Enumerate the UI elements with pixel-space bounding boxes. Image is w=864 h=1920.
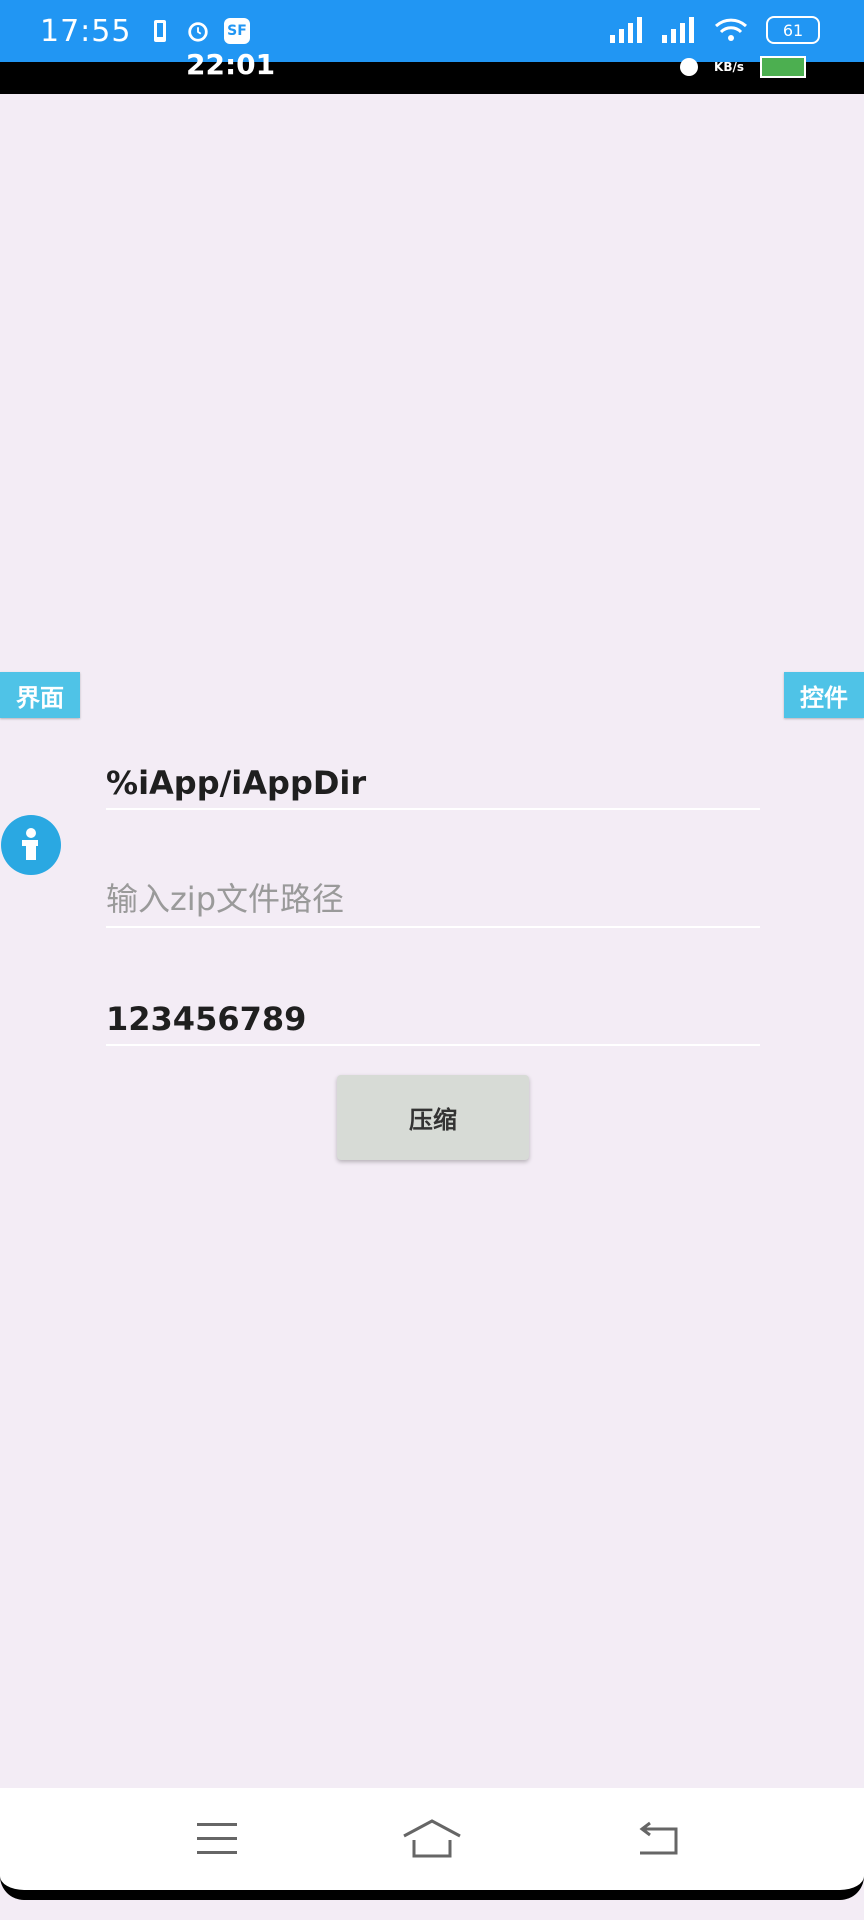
- status-bar: 17:55 SF 61: [0, 0, 864, 62]
- signal-icon-2: [662, 17, 694, 43]
- home-button[interactable]: [402, 1814, 462, 1864]
- inner-time: 22:01: [186, 48, 276, 81]
- inner-speed-label: KB/s: [714, 60, 744, 74]
- tab-controls[interactable]: 控件: [784, 672, 864, 718]
- back-icon: [639, 1821, 678, 1855]
- back-button[interactable]: [628, 1814, 688, 1864]
- status-right-icons: 61: [610, 16, 820, 44]
- sf-app-icon: SF: [224, 18, 250, 44]
- status-left-icons: SF: [148, 18, 250, 44]
- phone-icon: [148, 18, 172, 44]
- tab-interface[interactable]: 界面: [0, 672, 80, 718]
- home-icon: [403, 1819, 461, 1858]
- inner-clock-icon: [680, 58, 699, 76]
- signal-icon: [610, 17, 642, 43]
- status-time: 17:55: [40, 14, 132, 49]
- inner-status-icons: KB/s: [680, 56, 806, 78]
- password-input[interactable]: 123456789: [106, 980, 760, 1046]
- source-path-input[interactable]: %iApp/iAppDir: [106, 744, 760, 810]
- navigation-bar: [0, 1788, 864, 1900]
- menu-button[interactable]: [187, 1814, 247, 1864]
- zip-path-input[interactable]: 输入zip文件路径: [106, 862, 760, 928]
- info-icon: [22, 828, 38, 860]
- battery-indicator: 61: [766, 16, 820, 44]
- compress-button[interactable]: 压缩: [337, 1075, 529, 1160]
- source-path-value: %iApp/iAppDir: [106, 764, 367, 802]
- menu-icon: [197, 1823, 237, 1854]
- inner-status-strip: 22:01 KB/s: [0, 48, 864, 94]
- inner-battery-icon: [760, 56, 806, 78]
- alarm-icon: [186, 18, 210, 44]
- password-value: 123456789: [106, 1000, 307, 1038]
- info-button[interactable]: [1, 815, 61, 875]
- wifi-icon: [714, 18, 748, 41]
- zip-path-placeholder: 输入zip文件路径: [106, 880, 345, 918]
